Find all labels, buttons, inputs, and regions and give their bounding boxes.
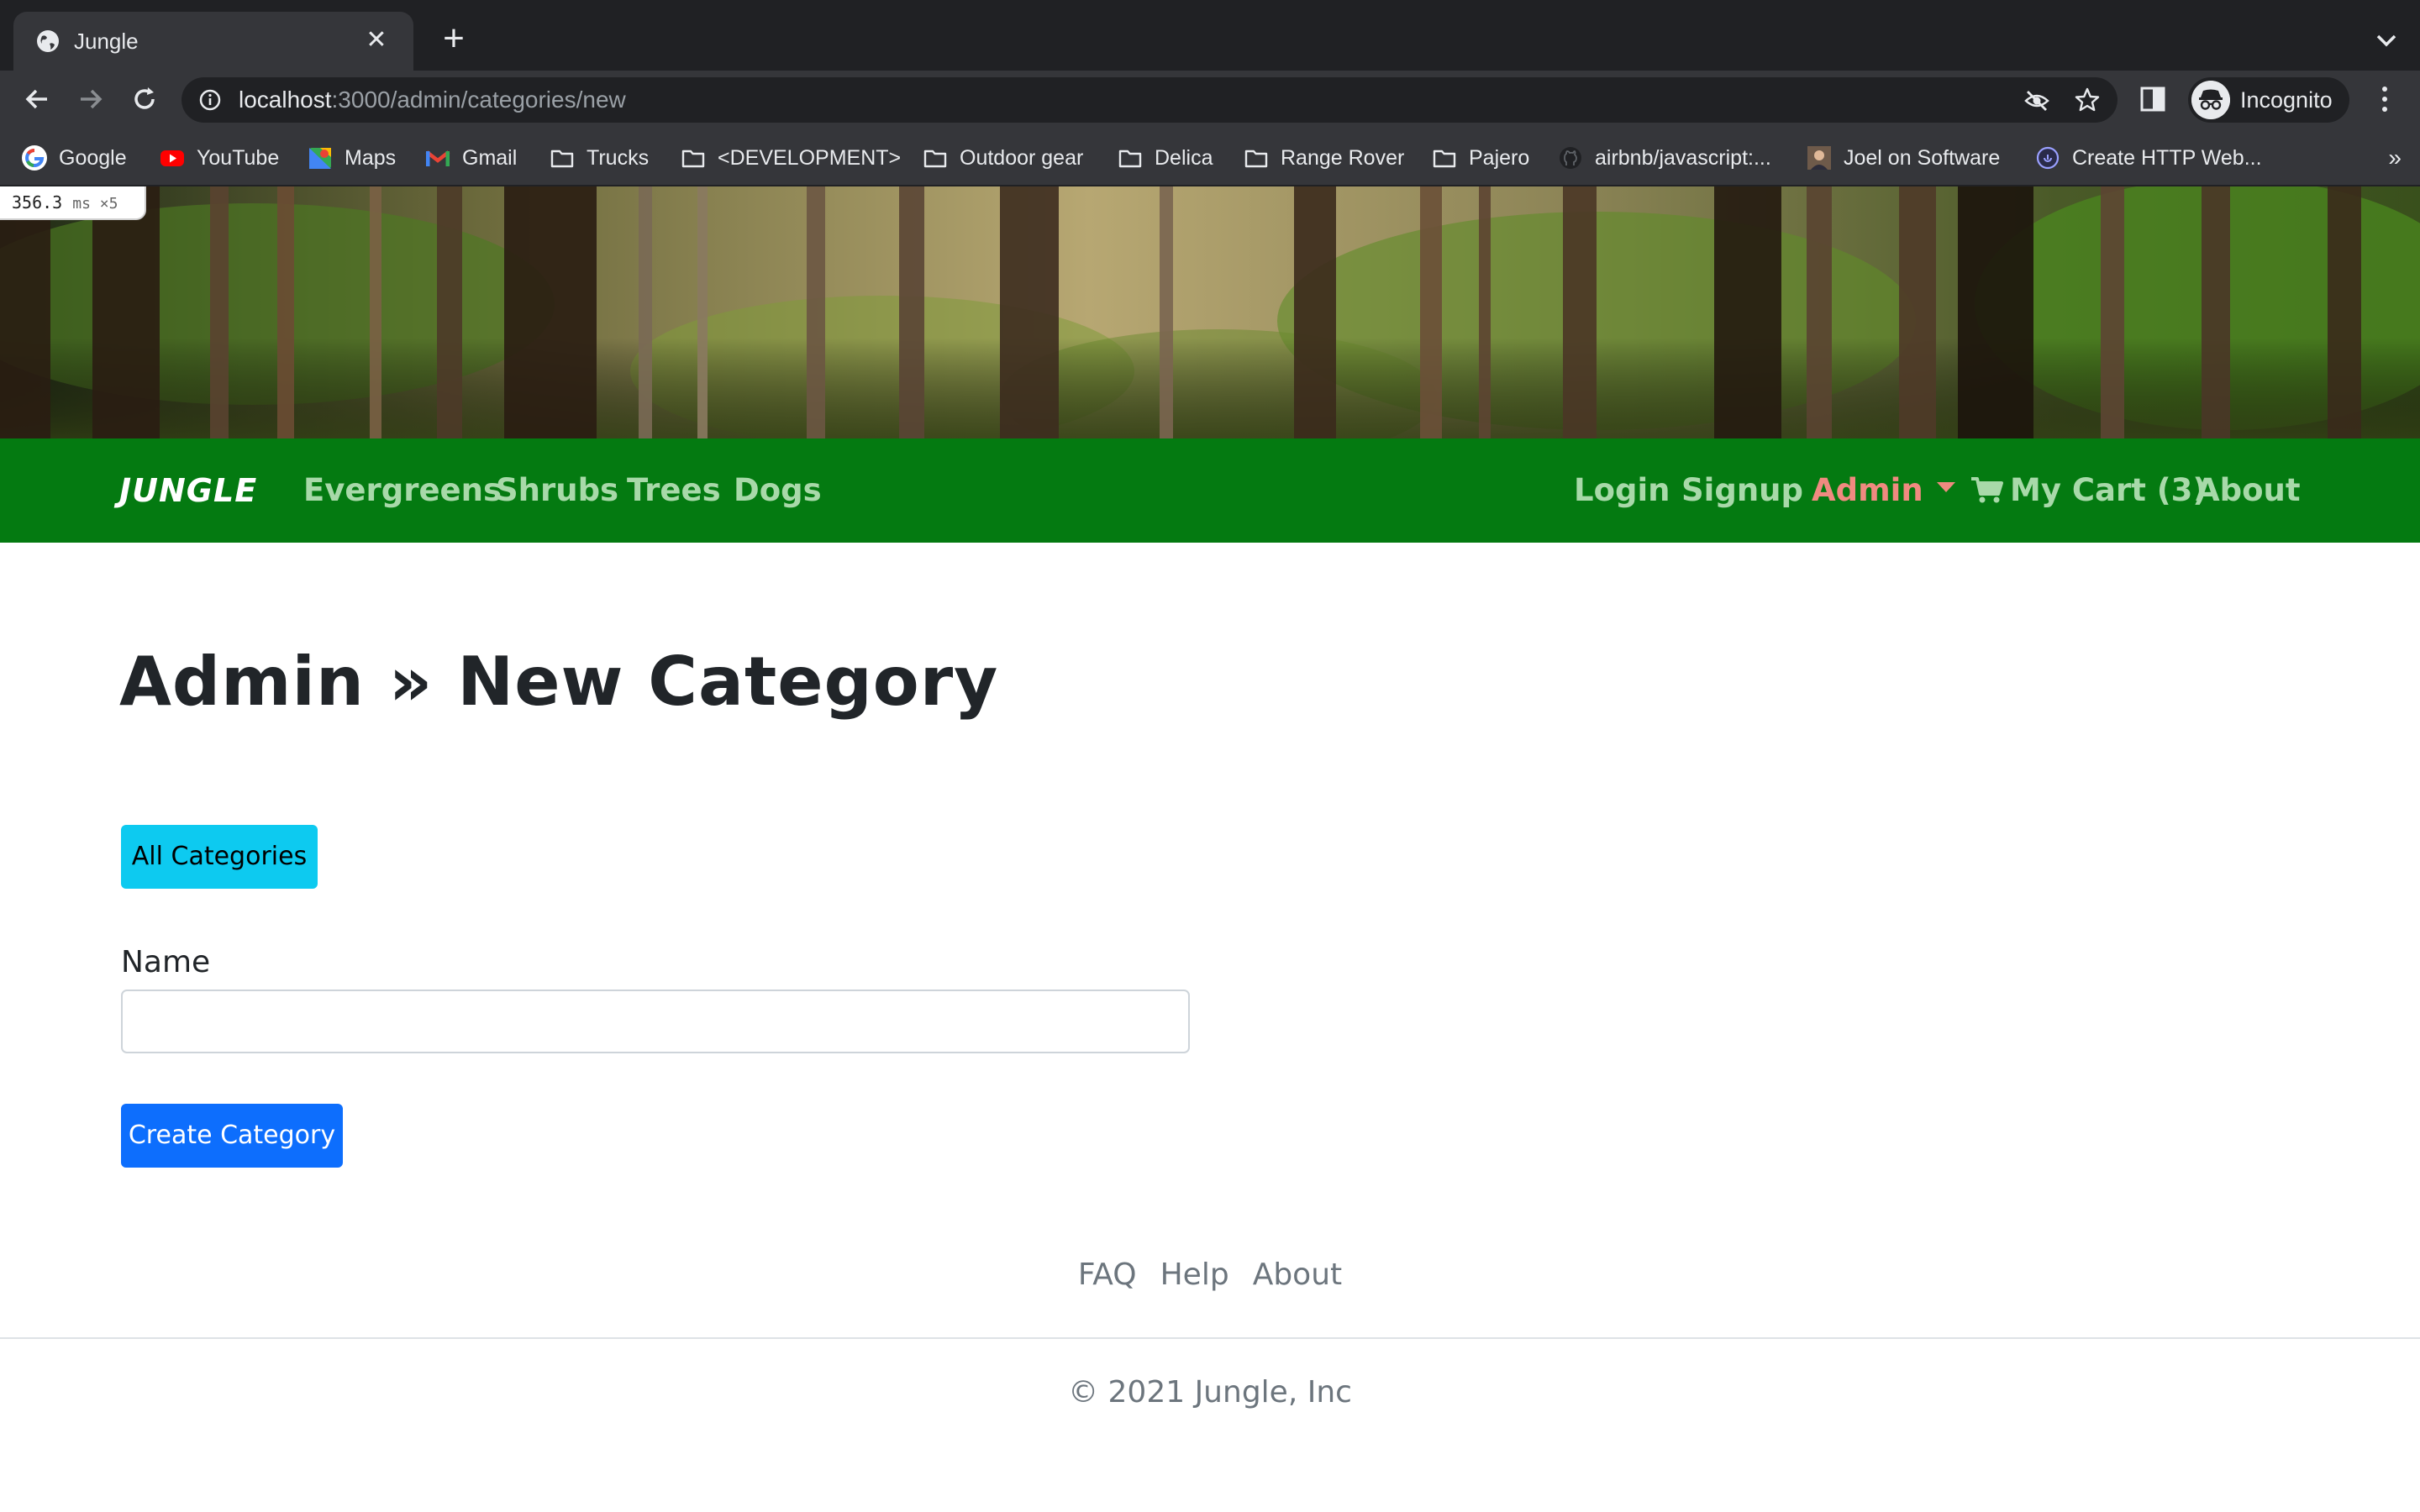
bookmark-gmail[interactable]: Gmail bbox=[425, 143, 517, 173]
caret-down-icon bbox=[1936, 481, 1955, 492]
browser-tab-strip: Jungle ✕ + bbox=[0, 0, 2420, 71]
site-navbar: JUNGLE Evergreens Shrubs Trees Dogs Logi… bbox=[0, 438, 2420, 543]
footer-link-faq[interactable]: FAQ bbox=[1078, 1257, 1137, 1292]
footer-link-help[interactable]: Help bbox=[1160, 1257, 1229, 1292]
reload-icon[interactable] bbox=[128, 82, 161, 116]
forward-arrow-icon[interactable] bbox=[74, 82, 108, 116]
browser-tab[interactable]: Jungle ✕ bbox=[13, 12, 413, 71]
globe-icon bbox=[37, 30, 59, 52]
bookmark-label: Gmail bbox=[462, 146, 518, 170]
nav-link-trees[interactable]: Trees bbox=[627, 470, 721, 511]
folder-icon bbox=[1118, 150, 1142, 168]
page-title: Admin » New Category bbox=[119, 643, 999, 721]
bookmark-google[interactable]: Google bbox=[22, 143, 127, 173]
nav-link-signup[interactable]: Signup bbox=[1681, 470, 1803, 511]
bookmark-label: Joel on Software bbox=[1844, 146, 2001, 170]
folder-icon bbox=[1433, 150, 1456, 168]
category-name-input[interactable] bbox=[121, 990, 1190, 1053]
bookmark-label: Maps bbox=[345, 146, 397, 170]
footer-link-about[interactable]: About bbox=[1253, 1257, 1342, 1292]
nav-link-evergreens[interactable]: Evergreens bbox=[303, 470, 502, 511]
all-categories-button[interactable]: All Categories bbox=[121, 825, 318, 889]
folder-icon bbox=[1244, 150, 1268, 168]
brand-logo[interactable]: JUNGLE bbox=[119, 470, 257, 511]
avatar-icon bbox=[1807, 146, 1831, 170]
star-icon[interactable] bbox=[2074, 87, 2101, 113]
bookmark-label: Delica bbox=[1155, 146, 1213, 170]
shopping-cart-icon bbox=[1971, 476, 2003, 502]
web-icon bbox=[2036, 146, 2060, 170]
bookmark-folder-range-rover[interactable]: Range Rover bbox=[1244, 143, 1404, 173]
maps-icon bbox=[309, 148, 331, 169]
cart-label: My Cart (3) bbox=[2010, 472, 2207, 508]
bookmark-label: <DEVELOPMENT> bbox=[718, 146, 902, 170]
bookmark-folder-outdoor-gear[interactable]: Outdoor gear bbox=[923, 143, 1083, 173]
admin-label: Admin bbox=[1812, 472, 1923, 508]
footer-divider bbox=[0, 1337, 2420, 1339]
url-text[interactable]: localhost:3000/admin/categories/new bbox=[239, 85, 626, 115]
nav-link-shrubs[interactable]: Shrubs bbox=[496, 470, 618, 511]
github-icon bbox=[1560, 147, 1581, 169]
google-icon bbox=[22, 145, 47, 171]
bookmark-youtube[interactable]: YouTube bbox=[160, 143, 279, 173]
bookmark-label: Outdoor gear bbox=[960, 146, 1084, 170]
youtube-icon bbox=[160, 150, 184, 166]
folder-icon bbox=[550, 150, 574, 168]
back-arrow-icon[interactable] bbox=[20, 82, 54, 116]
tab-title: Jungle bbox=[74, 29, 139, 54]
bookmark-folder-development[interactable]: <DEVELOPMENT> bbox=[681, 143, 901, 173]
bookmark-label: airbnb/javascript:... bbox=[1595, 146, 1771, 170]
nav-link-dogs[interactable]: Dogs bbox=[734, 470, 822, 511]
bookmark-label: YouTube bbox=[197, 146, 280, 170]
tab-close-icon[interactable]: ✕ bbox=[361, 25, 392, 55]
address-bar[interactable]: localhost:3000/admin/categories/new bbox=[182, 77, 2118, 123]
bookmark-label: Trucks bbox=[587, 146, 650, 170]
nav-link-about[interactable]: About bbox=[2196, 470, 2301, 511]
bookmark-label: Range Rover bbox=[1281, 146, 1405, 170]
bookmark-label: Create HTTP Web... bbox=[2072, 146, 2262, 170]
gmail-icon bbox=[425, 150, 450, 166]
bookmark-maps[interactable]: Maps bbox=[308, 143, 396, 173]
bookmarks-overflow-button[interactable]: » bbox=[2388, 143, 2402, 173]
incognito-label: Incognito bbox=[2240, 87, 2333, 113]
nav-admin-dropdown[interactable]: Admin bbox=[1812, 470, 1955, 511]
nav-link-login[interactable]: Login bbox=[1574, 470, 1670, 511]
bookmark-folder-delica[interactable]: Delica bbox=[1118, 143, 1213, 173]
bookmark-create-http-web[interactable]: Create HTTP Web... bbox=[2035, 143, 2262, 173]
nav-link-cart[interactable]: My Cart (3) bbox=[1971, 470, 2207, 511]
forest-hero-image bbox=[0, 186, 2420, 438]
name-label: Name bbox=[121, 945, 211, 979]
eye-off-icon[interactable] bbox=[2023, 87, 2050, 114]
footer-links: FAQ Help About bbox=[0, 1252, 2420, 1299]
bookmark-label: Pajero bbox=[1469, 146, 1530, 170]
bookmark-label: Google bbox=[59, 146, 127, 170]
info-icon[interactable] bbox=[198, 88, 222, 112]
chevron-down-icon[interactable] bbox=[2371, 25, 2402, 55]
bookmarks-bar: Google YouTube Maps Gmail Trucks <DEVELO… bbox=[0, 128, 2420, 186]
bookmark-folder-pajero[interactable]: Pajero bbox=[1432, 143, 1529, 173]
incognito-profile-button[interactable]: Incognito bbox=[2188, 77, 2349, 123]
performance-badge: 356.3 ms ×5 bbox=[0, 186, 146, 220]
new-tab-button[interactable]: + bbox=[437, 20, 471, 57]
bookmark-joel-on-software[interactable]: Joel on Software bbox=[1807, 143, 2000, 173]
create-category-button[interactable]: Create Category bbox=[121, 1104, 343, 1168]
browser-toolbar: localhost:3000/admin/categories/new Inco… bbox=[0, 71, 2420, 128]
kebab-menu-icon[interactable] bbox=[2371, 82, 2398, 116]
side-panel-icon[interactable] bbox=[2139, 86, 2166, 113]
copyright-text: © 2021 Jungle, Inc bbox=[1068, 1375, 1352, 1410]
incognito-icon bbox=[2191, 81, 2230, 119]
bookmark-folder-trucks[interactable]: Trucks bbox=[550, 143, 649, 173]
folder-icon bbox=[681, 150, 705, 168]
folder-icon bbox=[923, 150, 947, 168]
bookmark-airbnb-javascript[interactable]: airbnb/javascript:... bbox=[1558, 143, 1771, 173]
